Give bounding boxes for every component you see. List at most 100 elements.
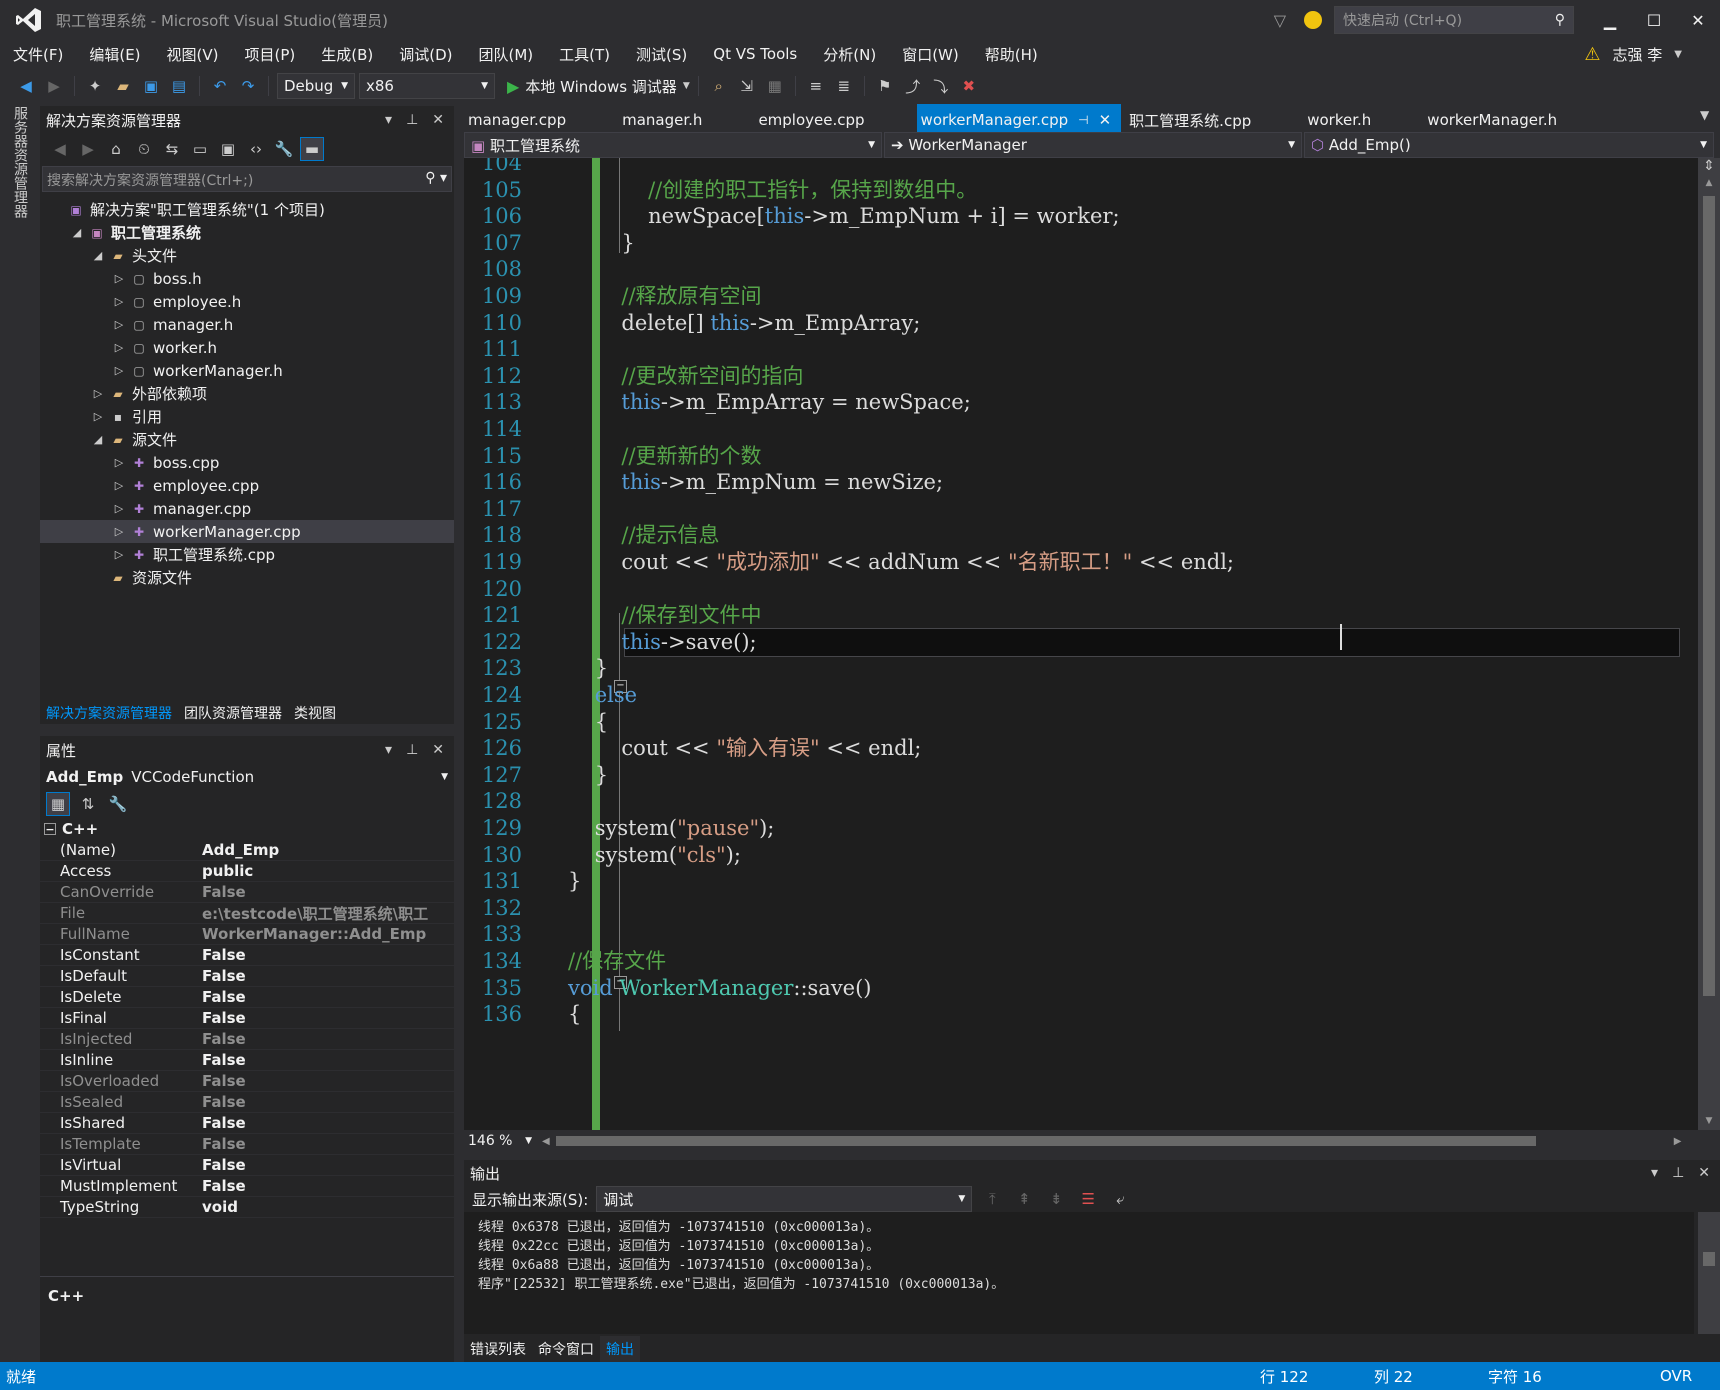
filter-icon[interactable]: ▽ [1274,11,1286,30]
document-tab[interactable]: workerManager.cpp ⊣ ✕ [916,104,1122,132]
tree-item[interactable]: ▣ 解决方案"职工管理系统"(1 个项目) [40,198,454,221]
property-value[interactable]: False [202,967,246,985]
expanded-triangle-icon[interactable]: ◢ [69,226,85,239]
solution-search-input[interactable]: 搜索解决方案资源管理器(Ctrl+;) ⚲ ▾ [42,166,452,192]
menu-item[interactable]: 团队(M) [466,44,547,65]
home-icon[interactable]: ⌂ [104,137,128,161]
pin-icon[interactable]: ⊥ [406,742,418,758]
split-editor-icon[interactable]: ⇕ [1698,158,1720,178]
menu-item[interactable]: 生成(B) [308,44,386,65]
tree-item[interactable]: ▷ ▢ boss.h [40,267,454,290]
properties-wrench-icon[interactable]: 🔧 [272,137,296,161]
user-name[interactable]: 志强 李 [1613,44,1663,65]
tree-item[interactable]: ▷ ▪ 引用 [40,405,454,428]
platform-select[interactable]: x86 ▼ [359,73,495,99]
tree-item[interactable]: ▷ ✚ boss.cpp [40,451,454,474]
back-icon[interactable]: ◀ [48,137,72,161]
view-code-icon[interactable]: ‹› [244,137,268,161]
property-value[interactable]: False [202,1156,246,1174]
property-value[interactable]: False [202,1009,246,1027]
tree-item[interactable]: ▰ 资源文件 [40,566,454,589]
document-tab[interactable]: workerManager.h [1423,104,1561,132]
clear-all-icon[interactable]: ☰ [1076,1187,1100,1211]
document-tab[interactable]: 职工管理系统.cpp [1125,104,1255,132]
pending-changes-icon[interactable]: ⏲ [132,137,156,161]
menu-item[interactable]: Qt VS Tools [700,45,810,63]
property-row[interactable]: IsOverloaded False [40,1071,454,1092]
bottom-tab[interactable]: 团队资源管理器 [178,700,288,726]
member-nav-select[interactable]: ⬡ Add_Emp() ▼ [1304,132,1714,158]
tree-item[interactable]: ◢ ▰ 头文件 [40,244,454,267]
property-row[interactable]: IsInjected False [40,1029,454,1050]
start-debugging-button[interactable]: ▶ 本地 Windows 调试器 ▼ [507,76,690,97]
collapsed-triangle-icon[interactable]: ▷ [111,295,127,308]
bottom-tab[interactable]: 命令窗口 [532,1336,600,1362]
clear-bookmarks-icon[interactable]: ✖ [957,74,981,98]
output-text[interactable]: 线程 0x6378 已退出，返回值为 -1073741510 (0xc00001… [464,1212,1694,1334]
tree-item[interactable]: ▷ ✚ manager.cpp [40,497,454,520]
menu-item[interactable]: 窗口(W) [889,44,972,65]
property-row[interactable]: IsInline False [40,1050,454,1071]
pin-icon[interactable]: ⊥ [406,112,418,128]
property-value[interactable]: False [202,1030,246,1048]
menu-item[interactable]: 工具(T) [546,44,623,65]
categorized-icon[interactable]: ▦ [46,792,70,816]
property-value[interactable]: WorkerManager::Add_Emp [202,925,426,943]
property-row[interactable]: CanOverride False [40,882,454,903]
comment-lines-icon[interactable]: ≡ [804,74,828,98]
prev-message-icon[interactable]: ⇞ [1012,1187,1036,1211]
property-value[interactable]: False [202,1114,246,1132]
zoom-select[interactable]: 146 % ▼ [464,1131,536,1151]
expanded-triangle-icon[interactable]: ◢ [90,433,106,446]
pin-tab-icon[interactable]: ⊣ [1078,113,1088,127]
forward-icon[interactable]: ▶ [76,137,100,161]
property-row[interactable]: IsDefault False [40,966,454,987]
property-row[interactable]: IsSealed False [40,1092,454,1113]
collapsed-triangle-icon[interactable]: ▷ [111,272,127,285]
minimize-button[interactable]: ▁ [1588,0,1632,40]
tree-item[interactable]: ▷ ✚ 职工管理系统.cpp [40,543,454,566]
tree-item[interactable]: ▷ ▰ 外部依赖项 [40,382,454,405]
property-value[interactable]: False [202,1093,246,1111]
notification-warning-icon[interactable]: ⚠ [1584,44,1600,65]
tree-item[interactable]: ▷ ✚ workerManager.cpp [40,520,454,543]
tree-item[interactable]: ▷ ▢ worker.h [40,336,454,359]
menu-item[interactable]: 测试(S) [623,44,700,65]
undo-icon[interactable]: ↶ [208,74,232,98]
prev-bookmark-icon[interactable]: ⤴ [901,74,925,98]
property-row[interactable]: IsVirtual False [40,1155,454,1176]
tab-overflow-icon[interactable]: ▼ [1700,108,1709,122]
sync-icon[interactable]: ⇆ [160,137,184,161]
tree-item[interactable]: ▷ ▢ manager.h [40,313,454,336]
bookmark-icon[interactable]: ⚑ [873,74,897,98]
property-value[interactable]: False [202,883,246,901]
property-row[interactable]: IsFinal False [40,1008,454,1029]
property-value[interactable]: e:\testcode\职工管理系统\职工 [202,903,428,924]
scroll-right-icon[interactable]: ▶ [1674,1136,1682,1147]
collapsed-triangle-icon[interactable]: ▷ [90,387,106,400]
collapsed-triangle-icon[interactable]: ▷ [111,548,127,561]
bottom-tab[interactable]: 错误列表 [464,1336,532,1362]
open-file-icon[interactable]: ▰ [111,74,135,98]
scroll-thumb[interactable] [1703,1252,1715,1266]
property-row[interactable]: FullName WorkerManager::Add_Emp [40,924,454,945]
property-value[interactable]: Add_Emp [202,841,279,859]
bottom-tab[interactable]: 类视图 [288,700,342,726]
save-all-icon[interactable]: ▤ [167,74,191,98]
menu-item[interactable]: 编辑(E) [76,44,153,65]
tree-item[interactable]: ◢ ▰ 源文件 [40,428,454,451]
menu-item[interactable]: 分析(N) [810,44,889,65]
collapsed-triangle-icon[interactable]: ▷ [111,318,127,331]
collapsed-triangle-icon[interactable]: ▷ [111,479,127,492]
property-row[interactable]: Access public [40,861,454,882]
close-panel-icon[interactable]: ✕ [432,112,444,128]
alphabetical-icon[interactable]: ⇅ [76,792,100,816]
find-message-icon[interactable]: ⤒ [980,1187,1004,1211]
collapsed-triangle-icon[interactable]: ▷ [111,341,127,354]
server-explorer-strip[interactable]: 服务器资源管理器 [0,104,36,1362]
editor-vertical-scrollbar[interactable]: ⇕ ▲ ▼ [1698,158,1720,1130]
property-value[interactable]: False [202,1135,246,1153]
close-panel-icon[interactable]: ✕ [432,742,444,758]
scroll-down-icon[interactable]: ▼ [1698,1116,1720,1126]
properties-category[interactable]: − C++ [40,818,454,840]
